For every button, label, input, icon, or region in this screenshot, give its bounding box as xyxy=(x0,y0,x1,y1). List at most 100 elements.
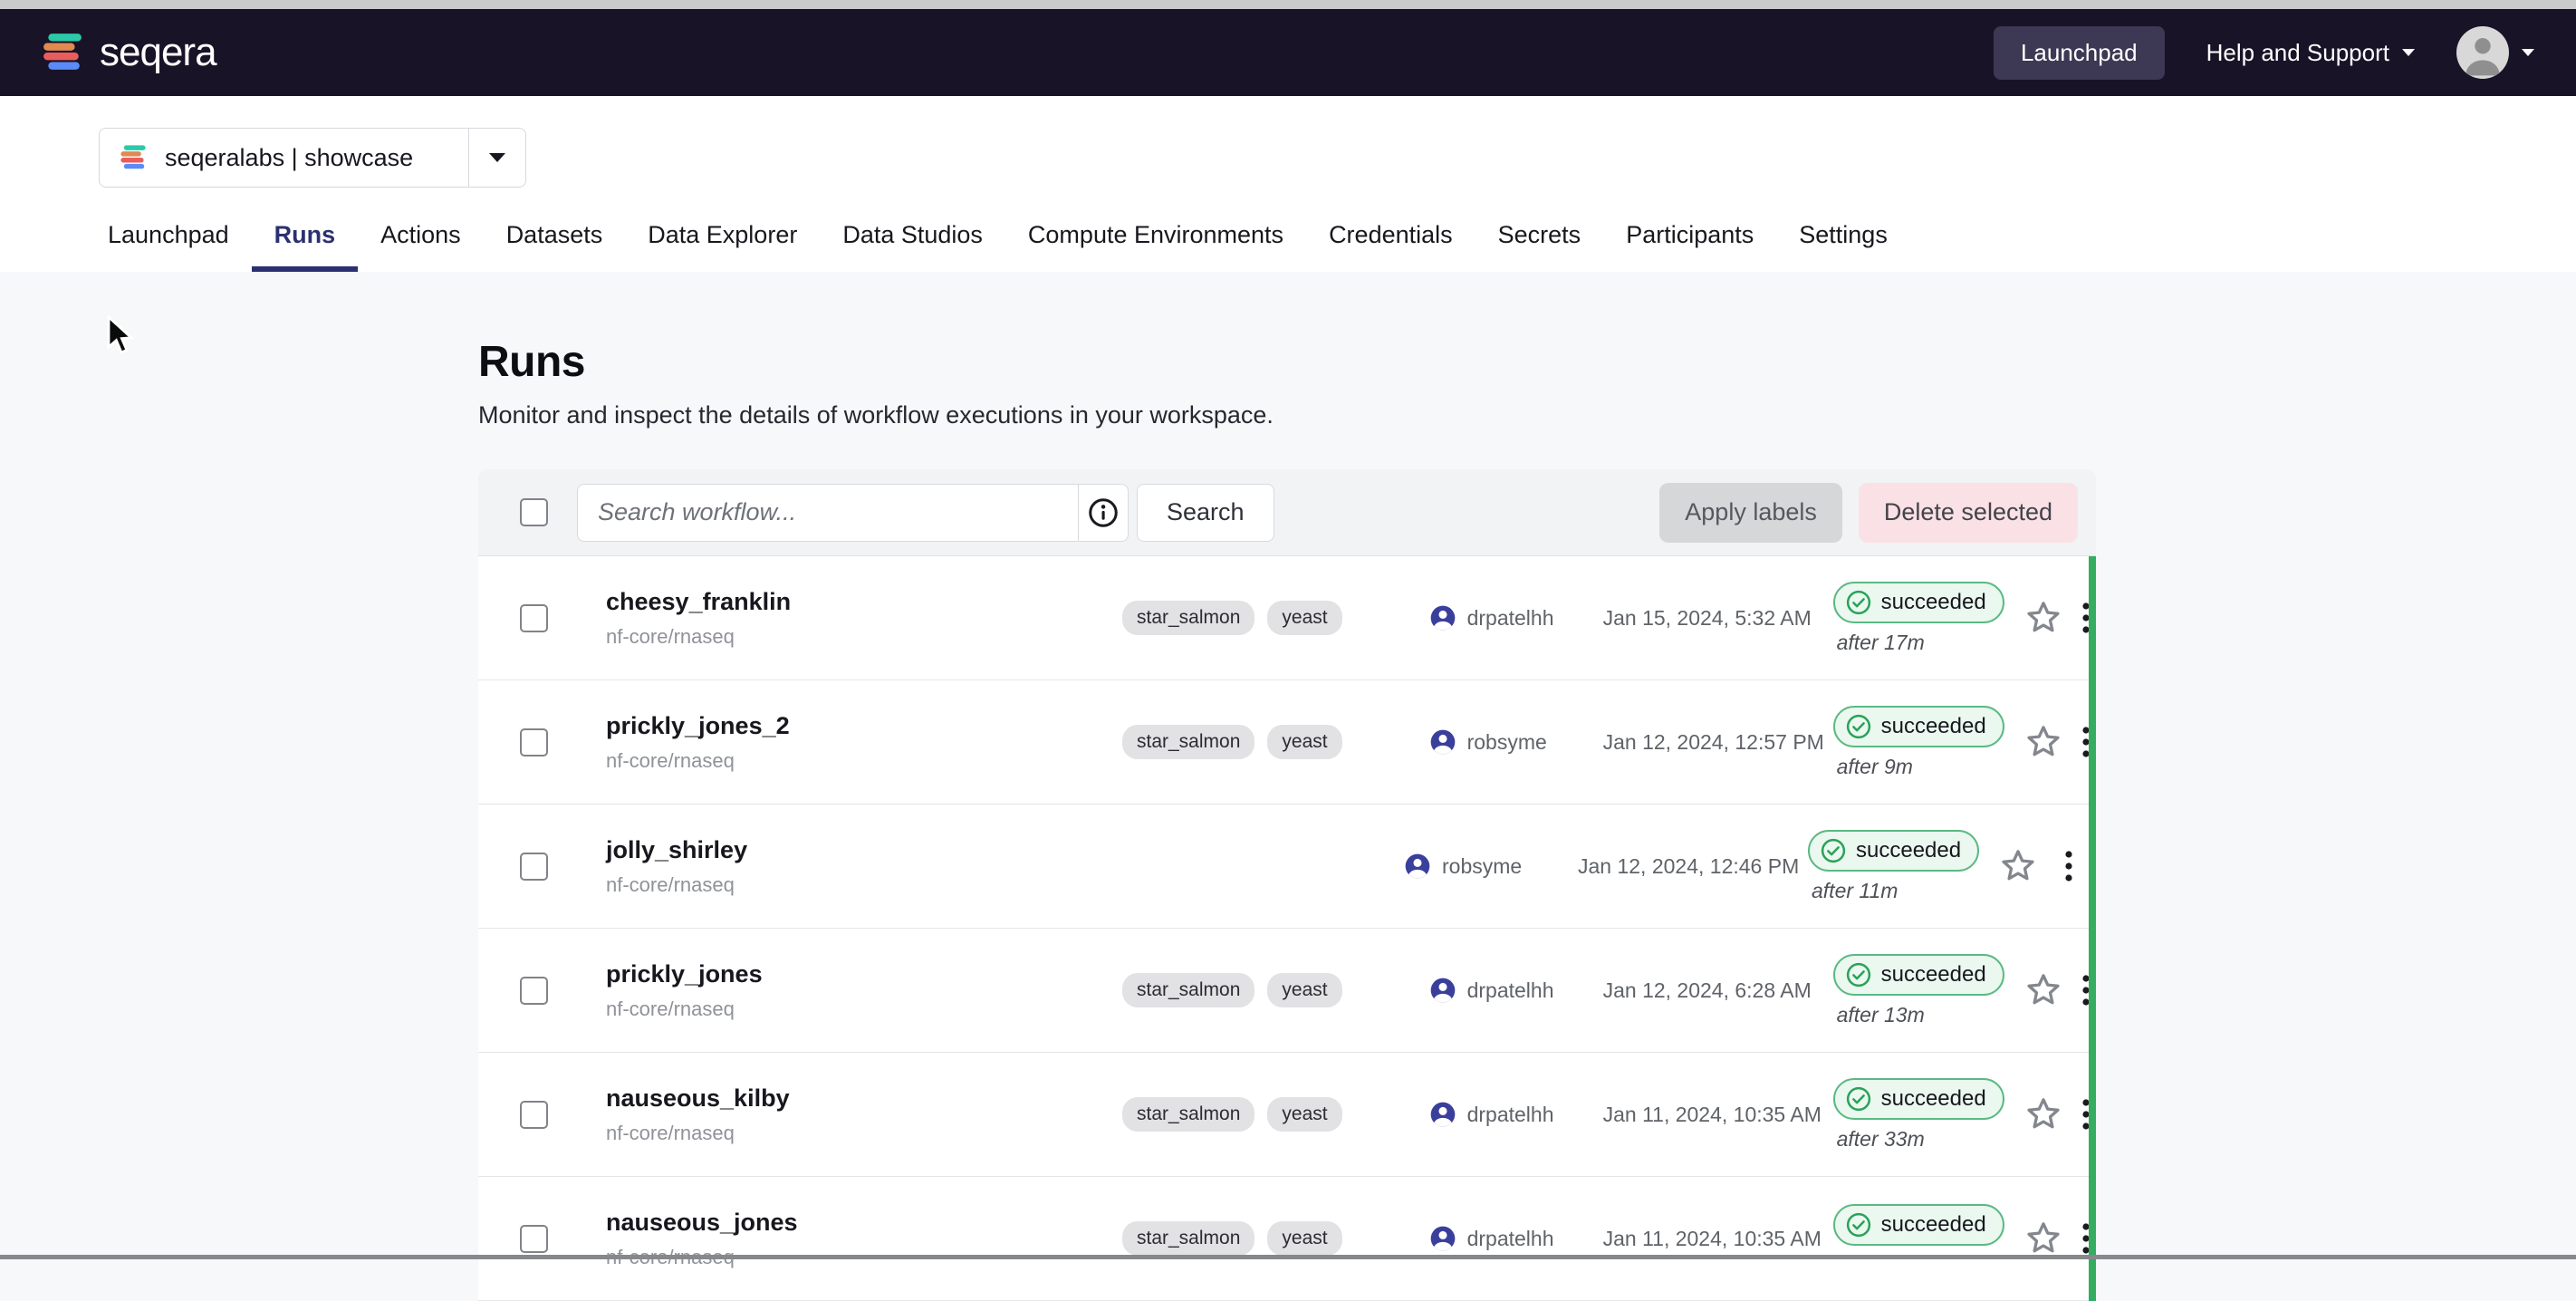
star-icon xyxy=(2023,598,2063,638)
kebab-menu-button[interactable] xyxy=(2051,846,2087,886)
apply-labels-button[interactable]: Apply labels xyxy=(1659,483,1842,543)
tab-runs[interactable]: Runs xyxy=(252,221,359,272)
run-name-block: jolly_shirley nf-core/rnaseq xyxy=(606,836,1122,897)
status-label: succeeded xyxy=(1881,590,1986,615)
label-pill: yeast xyxy=(1267,1097,1341,1132)
row-checkbox[interactable] xyxy=(520,728,548,757)
star-button[interactable] xyxy=(2023,722,2063,762)
tab-data-studios[interactable]: Data Studios xyxy=(820,221,1005,272)
run-date: Jan 11, 2024, 10:35 AM xyxy=(1603,1227,1833,1251)
user-name: robsyme xyxy=(1467,730,1547,755)
run-name[interactable]: prickly_jones_2 xyxy=(606,712,1122,740)
delete-selected-button[interactable]: Delete selected xyxy=(1859,483,2078,543)
run-pipeline: nf-core/rnaseq xyxy=(606,1122,1122,1145)
tab-compute-environments[interactable]: Compute Environments xyxy=(1005,221,1306,272)
user-name: drpatelhh xyxy=(1467,1227,1554,1251)
run-labels: star_salmonyeast xyxy=(1122,601,1342,635)
status-label: succeeded xyxy=(1881,1086,1986,1112)
avatar xyxy=(2456,26,2509,79)
workspace-logo-icon xyxy=(120,144,147,171)
search-group xyxy=(577,484,1129,542)
workspace-dropdown-button[interactable] xyxy=(469,153,525,162)
star-button[interactable] xyxy=(1998,846,2038,886)
user-menu[interactable] xyxy=(2456,26,2534,79)
tab-label: Datasets xyxy=(506,221,603,248)
help-and-support-label: Help and Support xyxy=(2206,39,2389,67)
run-user: robsyme xyxy=(1428,728,1603,757)
search-input[interactable] xyxy=(578,485,1078,541)
status-duration: after 17m xyxy=(1837,631,1925,655)
search-button[interactable]: Search xyxy=(1137,484,1274,542)
run-name[interactable]: jolly_shirley xyxy=(606,836,1122,864)
run-date: Jan 11, 2024, 10:35 AM xyxy=(1603,1103,1833,1127)
label-pill: yeast xyxy=(1267,973,1341,1007)
window-top-edge xyxy=(0,0,2576,9)
search-info-button[interactable] xyxy=(1078,485,1128,541)
run-pipeline: nf-core/rnaseq xyxy=(606,997,1122,1021)
run-name-block: cheesy_franklin nf-core/rnaseq xyxy=(606,588,1122,649)
main-content: Runs Monitor and inspect the details of … xyxy=(0,272,2576,1301)
row-checkbox[interactable] xyxy=(520,977,548,1005)
label-pill: star_salmon xyxy=(1122,1097,1254,1132)
page-subtitle: Monitor and inspect the details of workf… xyxy=(478,401,2576,429)
run-name[interactable]: cheesy_franklin xyxy=(606,588,1122,616)
user-icon xyxy=(1403,852,1432,881)
top-navbar: seqera Launchpad Help and Support xyxy=(0,9,2576,96)
run-status: succeeded xyxy=(1833,1204,2014,1274)
run-status: succeeded after 33m xyxy=(1833,1078,2014,1152)
row-checkbox[interactable] xyxy=(520,1101,548,1129)
tab-data-explorer[interactable]: Data Explorer xyxy=(625,221,820,272)
launchpad-button[interactable]: Launchpad xyxy=(1994,26,2165,80)
run-labels: star_salmonyeast xyxy=(1122,973,1342,1007)
help-and-support-menu[interactable]: Help and Support xyxy=(2206,39,2415,67)
workspace-selector[interactable]: seqeralabs | showcase xyxy=(99,128,526,188)
seqera-logo-icon xyxy=(42,32,83,73)
row-checkbox[interactable] xyxy=(520,604,548,632)
user-name: robsyme xyxy=(1442,854,1522,879)
tab-label: Launchpad xyxy=(108,221,229,248)
run-date: Jan 12, 2024, 12:46 PM xyxy=(1578,854,1808,879)
run-labels: star_salmonyeast xyxy=(1122,1221,1342,1256)
run-row: jolly_shirley nf-core/rnaseq robsyme Jan… xyxy=(478,805,2096,929)
run-name[interactable]: nauseous_kilby xyxy=(606,1084,1122,1113)
status-badge: succeeded xyxy=(1808,830,1979,872)
tab-datasets[interactable]: Datasets xyxy=(484,221,626,272)
run-labels: star_salmon yeast xyxy=(1122,1097,1342,1132)
user-name: drpatelhh xyxy=(1467,606,1554,631)
chevron-down-icon xyxy=(2402,49,2415,56)
status-label: succeeded xyxy=(1881,1212,1986,1238)
tab-credentials[interactable]: Credentials xyxy=(1306,221,1475,272)
status-duration: after 13m xyxy=(1837,1003,1925,1027)
tab-launchpad[interactable]: Launchpad xyxy=(85,221,252,272)
select-all-checkbox[interactable] xyxy=(520,498,548,526)
label-pill: yeast xyxy=(1267,601,1341,635)
workspace-header: seqeralabs | showcase Launchpad Runs Act… xyxy=(0,96,2576,272)
run-user: drpatelhh xyxy=(1428,603,1603,632)
tab-secrets[interactable]: Secrets xyxy=(1475,221,1604,272)
row-checkbox[interactable] xyxy=(520,1225,548,1253)
tab-settings[interactable]: Settings xyxy=(1776,221,1910,272)
run-user: drpatelhh xyxy=(1428,976,1603,1005)
status-badge: succeeded xyxy=(1833,1204,2004,1246)
star-button[interactable] xyxy=(2023,1094,2063,1134)
star-icon xyxy=(2023,722,2063,762)
check-circle-icon xyxy=(1845,713,1872,740)
star-button[interactable] xyxy=(2023,1219,2063,1258)
check-circle-icon xyxy=(1820,837,1847,864)
row-checkbox[interactable] xyxy=(520,853,548,881)
run-status: succeeded after 11m xyxy=(1808,830,1989,903)
star-button[interactable] xyxy=(2023,598,2063,638)
chevron-down-icon xyxy=(489,153,505,162)
run-name[interactable]: nauseous_jones xyxy=(606,1209,1122,1237)
status-badge: succeeded xyxy=(1833,1078,2004,1120)
star-icon xyxy=(2023,1219,2063,1258)
star-button[interactable] xyxy=(2023,970,2063,1010)
run-name[interactable]: prickly_jones xyxy=(606,960,1122,988)
status-label: succeeded xyxy=(1856,838,1961,863)
seqera-brand[interactable]: seqera xyxy=(42,30,216,75)
run-row: nauseous_kilby nf-core/rnaseq star_salmo… xyxy=(478,1053,2096,1177)
tabs: Launchpad Runs Actions Datasets Data Exp… xyxy=(85,221,2576,272)
tab-actions[interactable]: Actions xyxy=(358,221,484,272)
tab-participants[interactable]: Participants xyxy=(1603,221,1776,272)
run-name-block: prickly_jones nf-core/rnaseq xyxy=(606,960,1122,1021)
